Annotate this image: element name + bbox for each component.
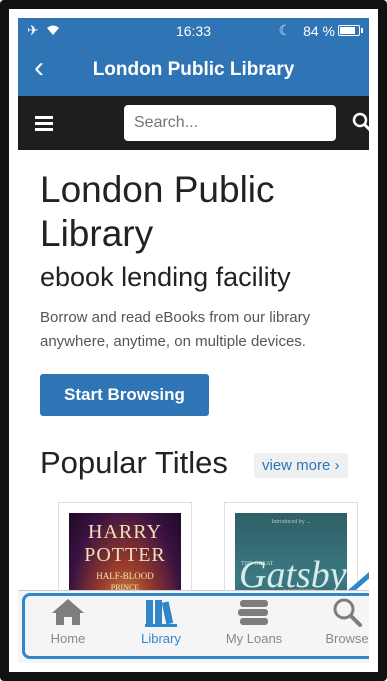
cover-text: Introduced by ... bbox=[271, 519, 311, 525]
view-more-button[interactable]: view more › bbox=[254, 453, 348, 478]
top-bar: ✈ 16:33 ☾ 84 % ‹ London Public Library bbox=[18, 18, 369, 96]
cover-text: HALF-BLOOD bbox=[96, 571, 154, 581]
search-bar bbox=[18, 96, 369, 150]
moon-icon: ☾ bbox=[278, 22, 291, 38]
hamburger-icon[interactable] bbox=[35, 116, 53, 134]
cover-text: POTTER bbox=[84, 544, 166, 566]
battery-icon bbox=[338, 25, 363, 36]
phone-frame: ✈ 16:33 ☾ 84 % ‹ London Public Library L… bbox=[0, 0, 387, 681]
cover-text: HARRY bbox=[88, 521, 162, 543]
search-icon bbox=[333, 598, 362, 627]
tab-browse[interactable]: Browse bbox=[307, 597, 369, 646]
status-bar: ✈ 16:33 ☾ 84 % bbox=[18, 22, 369, 40]
search-icon[interactable] bbox=[352, 112, 369, 134]
books-stack-icon bbox=[238, 600, 268, 625]
start-browsing-button[interactable]: Start Browsing bbox=[40, 374, 209, 416]
hero-title: London Public Library bbox=[40, 169, 275, 254]
library-icon bbox=[145, 600, 177, 627]
hero-description: Borrow and read eBooks from our library … bbox=[40, 309, 311, 350]
hero-subtitle: ebook lending facility bbox=[40, 262, 291, 292]
hero-section: London Public Library ebook lending faci… bbox=[40, 168, 355, 416]
tab-label: Library bbox=[141, 631, 181, 646]
bottom-tab-bar: Home Library My Loans Browse bbox=[18, 590, 369, 663]
popular-titles-header: Popular Titles view more › bbox=[40, 445, 355, 485]
home-icon bbox=[52, 599, 84, 625]
tab-label: My Loans bbox=[225, 631, 283, 646]
tab-my-loans[interactable]: My Loans bbox=[214, 597, 294, 646]
tab-home[interactable]: Home bbox=[28, 597, 108, 646]
popular-titles-heading: Popular Titles bbox=[40, 445, 228, 480]
search-input[interactable] bbox=[124, 105, 336, 141]
battery-percent: 84 % bbox=[303, 23, 335, 39]
tab-label: Home bbox=[50, 631, 86, 646]
tab-label: Browse bbox=[325, 631, 369, 646]
tab-library[interactable]: Library bbox=[121, 597, 201, 646]
nav-title: London Public Library bbox=[92, 59, 295, 80]
screen: ✈ 16:33 ☾ 84 % ‹ London Public Library L… bbox=[18, 18, 369, 663]
